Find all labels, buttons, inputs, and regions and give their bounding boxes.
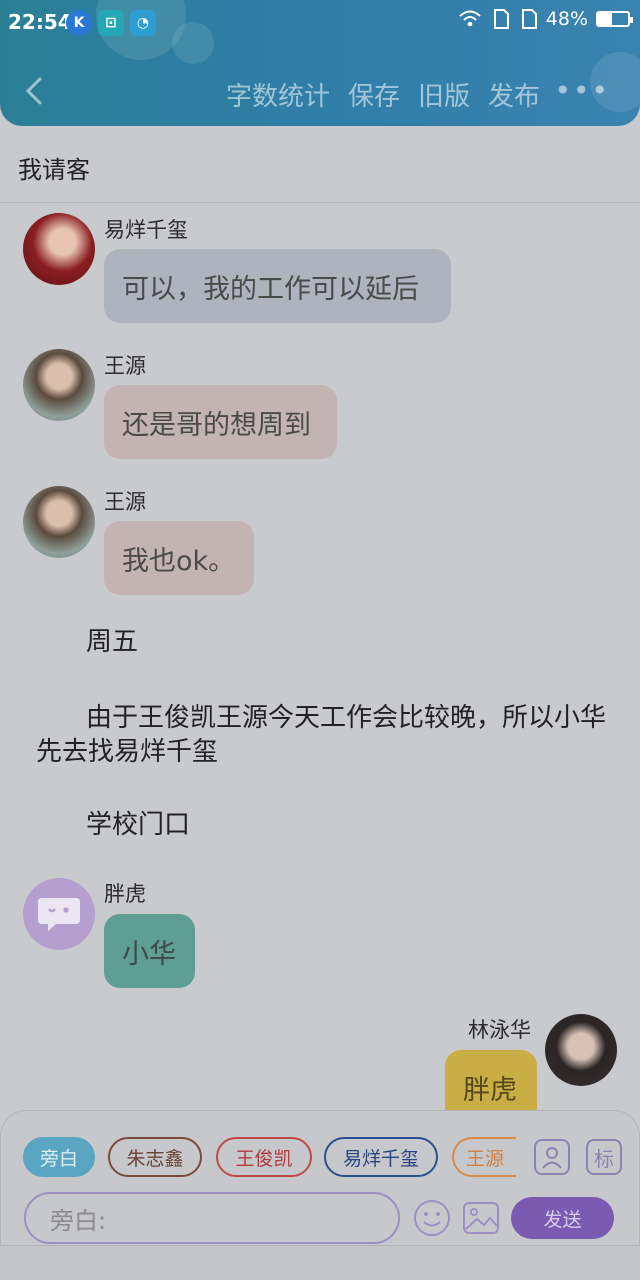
message-bubble[interactable]: 可以，我的工作可以延后 <box>104 249 451 323</box>
browser-app-icon: ◔ <box>130 10 156 36</box>
narration-text[interactable]: 学校门口 <box>36 808 616 842</box>
back-arrow-icon[interactable] <box>18 74 52 108</box>
sender-name: 林泳华 <box>468 1018 531 1042</box>
header-bar: 22:54 K ⊡ ◔ 48% 字数统计 保存 旧版 发布 ••• <box>0 0 640 126</box>
message-input[interactable]: 旁白: <box>24 1192 400 1244</box>
character-chip[interactable]: 易烊千玺 <box>324 1137 438 1177</box>
page-title[interactable]: 我请客 <box>18 150 90 185</box>
sim1-icon <box>493 9 509 29</box>
sender-name: 王源 <box>104 354 146 378</box>
battery-icon <box>596 11 633 27</box>
message-bubble[interactable]: 还是哥的想周到 <box>104 385 337 459</box>
status-bar: 22:54 K ⊡ ◔ 48% <box>0 0 640 44</box>
character-manage-button[interactable] <box>534 1139 570 1175</box>
sender-name: 胖虎 <box>104 882 146 906</box>
publish-button[interactable]: 发布 <box>488 76 540 113</box>
nav-actions: 字数统计 保存 旧版 发布 <box>226 76 540 113</box>
nav-bar: 字数统计 保存 旧版 发布 ••• <box>0 68 640 118</box>
message-bubble[interactable]: 我也ok。 <box>104 521 254 595</box>
old-version-button[interactable]: 旧版 <box>418 76 470 113</box>
scan-app-icon: ⊡ <box>98 10 124 36</box>
character-chip[interactable]: 王俊凯 <box>216 1137 312 1177</box>
emoji-icon[interactable] <box>413 1199 451 1237</box>
app-k-icon: K <box>66 10 92 36</box>
character-chip[interactable]: 朱志鑫 <box>108 1137 202 1177</box>
avatar[interactable] <box>23 486 95 558</box>
message-bubble[interactable]: 小华 <box>104 914 195 988</box>
avatar[interactable] <box>23 213 95 285</box>
chat-face-icon <box>38 898 80 931</box>
save-button[interactable]: 保存 <box>348 76 400 113</box>
system-icons: 48% <box>458 8 633 30</box>
avatar[interactable] <box>23 349 95 421</box>
image-icon[interactable] <box>462 1199 500 1237</box>
battery-percent: 48% <box>545 8 588 30</box>
status-time: 22:54 <box>8 10 72 34</box>
mark-button[interactable]: 标 <box>586 1139 622 1175</box>
bottom-strip <box>0 1246 640 1280</box>
sender-name: 王源 <box>104 490 146 514</box>
narration-text[interactable]: 周五 <box>36 625 616 659</box>
more-options-icon[interactable]: ••• <box>554 74 610 107</box>
divider <box>0 202 640 203</box>
sim2-icon <box>521 9 537 29</box>
sender-name: 易烊千玺 <box>104 218 188 242</box>
send-button[interactable]: 发送 <box>511 1197 614 1239</box>
word-count-button[interactable]: 字数统计 <box>226 76 330 113</box>
narration-text[interactable]: 由于王俊凯王源今天工作会比较晚，所以小华先去找易烊千玺 <box>36 701 616 769</box>
character-chip[interactable]: 王源 <box>452 1137 516 1177</box>
avatar[interactable] <box>545 1014 617 1086</box>
avatar[interactable] <box>23 878 95 950</box>
character-chip[interactable]: 旁白 <box>23 1137 95 1177</box>
wifi-icon <box>459 10 481 27</box>
person-icon <box>542 1147 562 1169</box>
